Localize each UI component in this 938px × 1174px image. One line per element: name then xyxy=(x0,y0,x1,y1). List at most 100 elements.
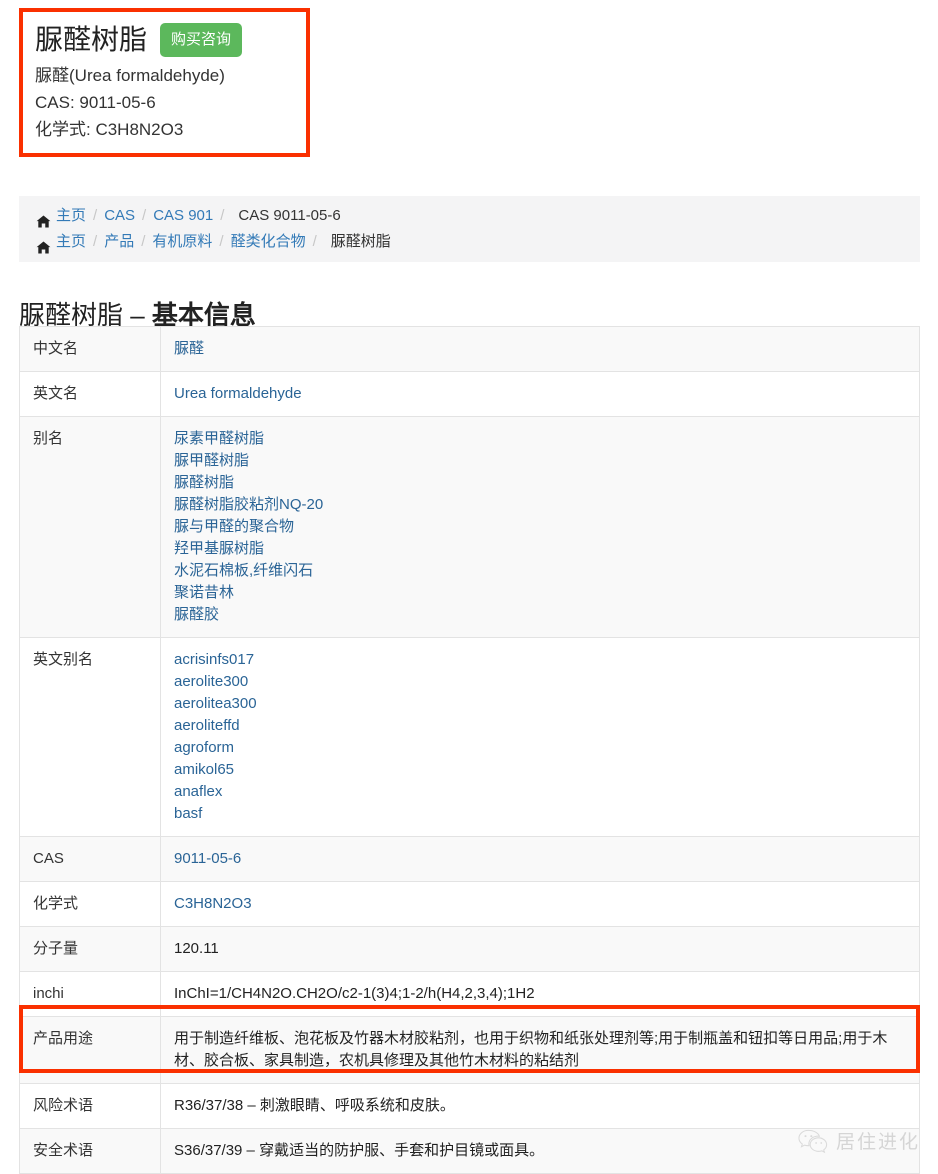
list-item: 聚诺昔林 xyxy=(174,582,906,604)
list-item: anaflex xyxy=(174,781,906,803)
breadcrumb-link-products[interactable]: 产品 xyxy=(104,229,134,255)
alias-link[interactable]: anaflex xyxy=(174,781,906,803)
table-row: 别名 尿素甲醛树脂 脲甲醛树脂 脲醛树脂 脲醛树脂胶粘剂NQ-20 脲与甲醛的聚合物 羟甲基… xyxy=(19,416,920,638)
row-value: 120.11 xyxy=(160,926,920,972)
row-value: R36/37/38 – 刺激眼睛、呼吸系统和皮肤。 xyxy=(160,1083,920,1129)
breadcrumb-separator: / xyxy=(219,233,224,250)
breadcrumb-link-home-cas[interactable]: 主页 xyxy=(56,203,86,229)
alias-link[interactable]: agroform xyxy=(174,737,906,759)
breadcrumb-cas: 主页 / CAS / CAS 901 / CAS 9011-05-6 xyxy=(19,203,920,229)
row-label: 英文别名 xyxy=(19,637,161,837)
alias-link[interactable]: aerolite300 xyxy=(174,671,906,693)
list-item: amikol65 xyxy=(174,759,906,781)
alias-link[interactable]: 脲醛胶 xyxy=(174,604,906,626)
breadcrumb-link-aldehyde-compounds[interactable]: 醛类化合物 xyxy=(231,229,306,255)
row-label: 风险术语 xyxy=(19,1083,161,1129)
breadcrumb-separator: / xyxy=(142,207,147,224)
breadcrumb-link-cas[interactable]: CAS xyxy=(104,203,135,229)
alias-link[interactable]: 尿素甲醛树脂 xyxy=(174,428,906,450)
row-label: 安全术语 xyxy=(19,1128,161,1174)
basic-info-table-body: 中文名 脲醛 英文名 Urea formaldehyde 别名 尿素甲醛树脂 脲甲醛树脂 脲醛… xyxy=(19,326,920,1174)
table-row: 安全术语 S36/37/39 – 穿戴适当的防护服、手套和护目镜或面具。 xyxy=(19,1128,920,1174)
alias-link[interactable]: amikol65 xyxy=(174,759,906,781)
row-value-link[interactable]: C3H8N2O3 xyxy=(174,895,252,912)
list-item: 脲醛胶 xyxy=(174,604,906,626)
breadcrumb-container: 主页 / CAS / CAS 901 / CAS 9011-05-6 主页 / … xyxy=(19,196,920,262)
home-icon xyxy=(36,237,51,253)
row-value: Urea formaldehyde xyxy=(160,371,920,417)
row-label: 分子量 xyxy=(19,926,161,972)
table-row: 英文别名 acrisinfs017 aerolite300 aerolitea300 a… xyxy=(19,637,920,837)
alias-link[interactable]: 水泥石棉板,纤维闪石 xyxy=(174,560,906,582)
row-value-text: 120.11 xyxy=(174,940,219,957)
list-item: 水泥石棉板,纤维闪石 xyxy=(174,560,906,582)
list-item: 尿素甲醛树脂 xyxy=(174,428,906,450)
row-value: 用于制造纤维板、泡花板及竹器木材胶粘剂，也用于织物和纸张处理剂等;用于制瓶盖和钮… xyxy=(160,1016,920,1084)
list-item: 脲醛树脂 xyxy=(174,472,906,494)
alias-link[interactable]: acrisinfs017 xyxy=(174,649,906,671)
product-cas-line: CAS: 9011-05-6 xyxy=(35,93,156,112)
wechat-icon xyxy=(798,1128,828,1154)
table-row: 分子量 120.11 xyxy=(19,926,920,972)
row-value-text: R36/37/38 – 刺激眼睛、呼吸系统和皮肤。 xyxy=(174,1097,455,1114)
alias-link[interactable]: 脲醛树脂 xyxy=(174,472,906,494)
row-label: 中文名 xyxy=(19,326,161,372)
table-row: 化学式 C3H8N2O3 xyxy=(19,881,920,927)
breadcrumb-separator: / xyxy=(220,207,225,224)
row-label: 化学式 xyxy=(19,881,161,927)
breadcrumb-separator: / xyxy=(141,233,146,250)
alias-link[interactable]: aerolitea300 xyxy=(174,693,906,715)
alias-list: acrisinfs017 aerolite300 aerolitea300 aerol… xyxy=(174,649,906,825)
list-item: agroform xyxy=(174,737,906,759)
row-label: 产品用途 xyxy=(19,1016,161,1084)
list-item: basf xyxy=(174,803,906,825)
list-item: acrisinfs017 xyxy=(174,649,906,671)
breadcrumb-link-organic-materials[interactable]: 有机原料 xyxy=(152,229,212,255)
list-item: 羟甲基脲树脂 xyxy=(174,538,906,560)
table-row: 产品用途 用于制造纤维板、泡花板及竹器木材胶粘剂，也用于织物和纸张处理剂等;用于制… xyxy=(19,1016,920,1084)
buy-inquiry-button[interactable]: 购买咨询 xyxy=(160,23,243,57)
product-title-row: 脲醛树脂 购买咨询 xyxy=(35,20,294,60)
row-value-text: S36/37/39 – 穿戴适当的防护服、手套和护目镜或面具。 xyxy=(174,1142,545,1159)
list-item: 脲与甲醛的聚合物 xyxy=(174,516,906,538)
list-item: aeroliteffd xyxy=(174,715,906,737)
breadcrumb-current-product: 脲醛树脂 xyxy=(330,233,391,250)
breadcrumb-separator: / xyxy=(93,207,98,224)
list-item: 脲醛树脂胶粘剂NQ-20 xyxy=(174,494,906,516)
table-row: CAS 9011-05-6 xyxy=(19,836,920,882)
row-label: 别名 xyxy=(19,416,161,638)
home-icon xyxy=(36,211,51,227)
row-value: C3H8N2O3 xyxy=(160,881,920,927)
row-value: 脲醛 xyxy=(160,326,920,372)
row-value: acrisinfs017 aerolite300 aerolitea300 aerol… xyxy=(160,637,920,837)
alias-link[interactable]: 聚诺昔林 xyxy=(174,582,906,604)
breadcrumb-separator: / xyxy=(93,233,98,250)
table-row: 中文名 脲醛 xyxy=(19,326,920,372)
breadcrumb-link-home-product[interactable]: 主页 xyxy=(56,229,86,255)
row-value-link[interactable]: 脲醛 xyxy=(174,340,204,357)
table-row: inchi InChI=1/CH4N2O.CH2O/c2-1(3)4;1-2/h(… xyxy=(19,971,920,1017)
row-value: 尿素甲醛树脂 脲甲醛树脂 脲醛树脂 脲醛树脂胶粘剂NQ-20 脲与甲醛的聚合物 羟甲基脲树… xyxy=(160,416,920,638)
row-label: CAS xyxy=(19,836,161,882)
table-row: 风险术语 R36/37/38 – 刺激眼睛、呼吸系统和皮肤。 xyxy=(19,1083,920,1129)
list-item: aerolite300 xyxy=(174,671,906,693)
alias-link[interactable]: 脲甲醛树脂 xyxy=(174,450,906,472)
row-label: 英文名 xyxy=(19,371,161,417)
alias-link[interactable]: 脲醛树脂胶粘剂NQ-20 xyxy=(174,494,906,516)
row-value-link[interactable]: Urea formaldehyde xyxy=(174,385,302,402)
product-title: 脲醛树脂 xyxy=(35,24,148,55)
alias-link[interactable]: 羟甲基脲树脂 xyxy=(174,538,906,560)
breadcrumb-product: 主页 / 产品 / 有机原料 / 醛类化合物 / 脲醛树脂 xyxy=(19,229,920,255)
row-value-link[interactable]: 9011-05-6 xyxy=(174,850,241,867)
list-item: aerolitea300 xyxy=(174,693,906,715)
alias-link[interactable]: basf xyxy=(174,803,906,825)
alias-list: 尿素甲醛树脂 脲甲醛树脂 脲醛树脂 脲醛树脂胶粘剂NQ-20 脲与甲醛的聚合物 羟甲基脲树… xyxy=(174,428,906,626)
row-label: inchi xyxy=(19,971,161,1017)
list-item: 脲甲醛树脂 xyxy=(174,450,906,472)
breadcrumb-separator: / xyxy=(312,233,317,250)
product-formula-line: 化学式: C3H8N2O3 xyxy=(35,120,184,139)
basic-info-table: 中文名 脲醛 英文名 Urea formaldehyde 别名 尿素甲醛树脂 脲甲醛树脂 脲醛… xyxy=(19,326,920,1174)
breadcrumb-link-cas-901[interactable]: CAS 901 xyxy=(153,203,213,229)
alias-link[interactable]: 脲与甲醛的聚合物 xyxy=(174,516,906,538)
alias-link[interactable]: aeroliteffd xyxy=(174,715,906,737)
